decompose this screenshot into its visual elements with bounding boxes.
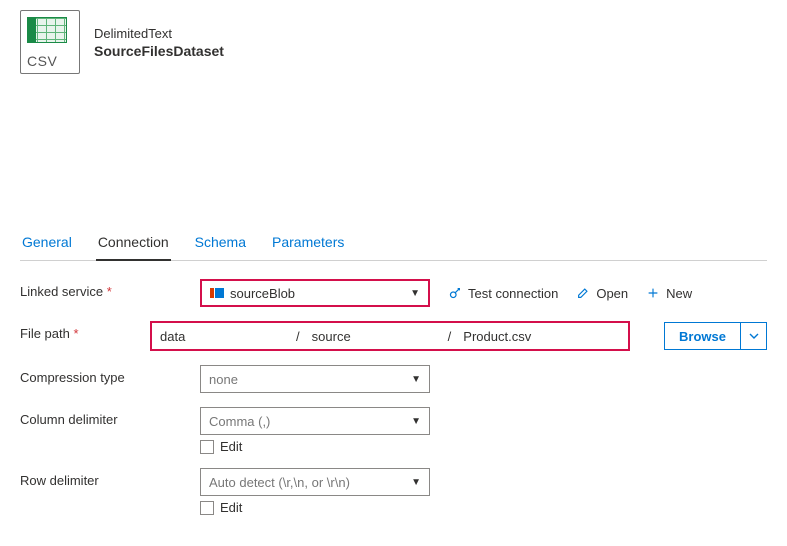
column-delimiter-value: Comma (,) [209, 414, 270, 429]
chevron-down-icon: ▼ [411, 374, 421, 385]
plus-icon [646, 286, 660, 300]
pencil-icon [576, 286, 590, 300]
file-path-label: File path * [20, 321, 150, 341]
linked-service-value: sourceBlob [230, 286, 295, 301]
tab-bar: General Connection Schema Parameters [20, 224, 767, 261]
browse-dropdown-toggle[interactable] [740, 323, 766, 349]
test-connection-icon [448, 286, 462, 300]
dataset-name: SourceFilesDataset [94, 43, 224, 59]
column-delimiter-dropdown[interactable]: Comma (,) ▼ [200, 407, 430, 435]
csv-file-icon: CSV [20, 10, 80, 74]
path-separator: / [444, 329, 456, 344]
dataset-header: CSV DelimitedText SourceFilesDataset [20, 10, 767, 74]
linked-service-dropdown[interactable]: sourceBlob ▼ [200, 279, 430, 307]
column-delimiter-edit-checkbox[interactable] [200, 440, 214, 454]
file-path-directory-input[interactable] [304, 323, 444, 349]
row-delimiter-value: Auto detect (\r,\n, or \r\n) [209, 475, 350, 490]
row-delimiter-edit-label: Edit [220, 500, 242, 515]
tab-general[interactable]: General [20, 224, 74, 260]
row-delimiter-label: Row delimiter [20, 468, 200, 488]
tab-schema[interactable]: Schema [193, 224, 248, 260]
chevron-down-icon: ▼ [411, 416, 421, 427]
test-connection-button[interactable]: Test connection [448, 286, 558, 301]
column-delimiter-label: Column delimiter [20, 407, 200, 427]
tab-parameters[interactable]: Parameters [270, 224, 346, 260]
path-separator: / [292, 329, 304, 344]
compression-type-dropdown[interactable]: none ▼ [200, 365, 430, 393]
chevron-down-icon [749, 331, 759, 341]
tab-connection[interactable]: Connection [96, 224, 171, 260]
blob-storage-icon [210, 288, 224, 298]
dataset-type: DelimitedText [94, 26, 224, 41]
chevron-down-icon: ▼ [410, 288, 420, 299]
row-delimiter-edit-checkbox[interactable] [200, 501, 214, 515]
linked-service-label: Linked service * [20, 279, 200, 299]
compression-type-value: none [209, 372, 238, 387]
column-delimiter-edit-label: Edit [220, 439, 242, 454]
open-button[interactable]: Open [576, 286, 628, 301]
new-button[interactable]: New [646, 286, 692, 301]
file-path-container-input[interactable] [152, 323, 292, 349]
compression-type-label: Compression type [20, 365, 200, 385]
file-path-file-input[interactable] [455, 323, 630, 349]
browse-button[interactable]: Browse [664, 322, 767, 350]
file-path-group: / / [150, 321, 630, 351]
row-delimiter-dropdown[interactable]: Auto detect (\r,\n, or \r\n) ▼ [200, 468, 430, 496]
chevron-down-icon: ▼ [411, 477, 421, 488]
